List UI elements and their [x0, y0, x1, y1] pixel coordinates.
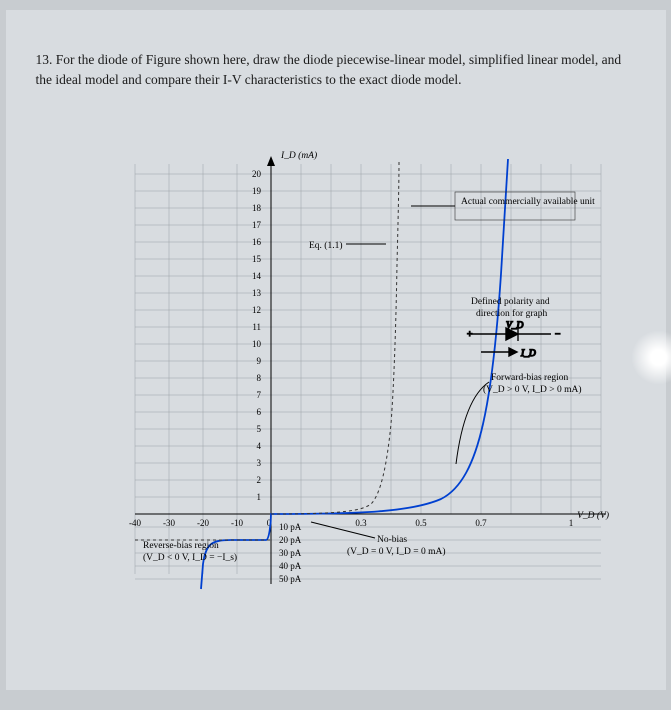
svg-text:+: + — [467, 330, 472, 340]
svg-text:Reverse-bias region: Reverse-bias region — [143, 541, 219, 551]
x-axis-label: V_D (V) — [577, 510, 609, 521]
y-tick-label: 2 — [256, 475, 261, 485]
question-body: For the diode of Figure shown here, draw… — [36, 52, 622, 87]
x-tick-label: 1 — [568, 518, 573, 528]
y-tick-label: 20 — [252, 169, 262, 179]
y-tick-label: 1 — [256, 492, 261, 502]
y-tick-label: 10 — [252, 339, 262, 349]
y-tick-label: 13 — [252, 288, 262, 298]
x-tick-label: -10 — [231, 518, 243, 528]
eq-curve — [271, 162, 399, 514]
x-ticks: -40 -30 -20 -10 0 0.3 0.5 0.7 1 — [129, 518, 573, 528]
chart-svg: 20 19 18 17 16 15 14 13 12 11 10 9 8 7 6… — [111, 144, 611, 599]
y-axis-label: I_D (mA) — [280, 150, 317, 161]
document-page: 13. For the diode of Figure shown here, … — [6, 10, 666, 690]
reverse-bias-annotation: Reverse-bias region (V_D < 0 V, I_D = −I… — [143, 541, 237, 563]
y-ticks-neg: 10 pA 20 pA 30 pA 40 pA 50 pA — [279, 522, 302, 584]
y-tick-label: 19 — [252, 186, 262, 196]
svg-text:direction for graph: direction for graph — [476, 308, 547, 319]
y-tick-label: 4 — [256, 441, 261, 451]
x-tick-label: 0.7 — [475, 518, 487, 528]
y-tick-label: 16 — [252, 237, 262, 247]
svg-text:No-bias: No-bias — [377, 535, 407, 545]
y-tick-label: 7 — [256, 390, 261, 400]
y-tick-label: 50 pA — [279, 574, 302, 584]
y-tick-label: 11 — [252, 322, 261, 332]
svg-text:(V_D > 0 V, I_D > 0 mA): (V_D > 0 V, I_D > 0 mA) — [483, 384, 582, 395]
y-tick-label: 10 pA — [279, 522, 302, 532]
y-ticks-pos: 20 19 18 17 16 15 14 13 12 11 10 9 8 7 6… — [252, 169, 262, 502]
axis-arrow-icon — [267, 156, 275, 166]
svg-text:−: − — [555, 330, 560, 340]
y-tick-label: 8 — [256, 373, 261, 383]
y-tick-label: 17 — [252, 220, 262, 230]
eq-ref-label: Eq. (1.1) — [309, 240, 343, 251]
svg-text:Forward-bias region: Forward-bias region — [491, 373, 569, 383]
y-tick-label: 12 — [252, 305, 261, 315]
x-tick-label: -30 — [163, 518, 175, 528]
svg-text:(V_D = 0 V, I_D = 0 mA): (V_D = 0 V, I_D = 0 mA) — [347, 546, 446, 557]
y-tick-label: 6 — [256, 407, 261, 417]
question-text: 13. For the diode of Figure shown here, … — [36, 50, 636, 89]
y-tick-label: 5 — [256, 424, 261, 434]
photo-glare-icon — [631, 330, 671, 385]
diode-iv-chart: 20 19 18 17 16 15 14 13 12 11 10 9 8 7 6… — [111, 144, 611, 599]
y-tick-label: 15 — [252, 254, 262, 264]
y-tick-label: 20 pA — [279, 535, 302, 545]
y-tick-label: 30 pA — [279, 548, 302, 558]
svg-text:I_D: I_D — [520, 349, 536, 359]
y-tick-label: 14 — [252, 271, 262, 281]
actual-unit-annotation: Actual commercially available unit — [411, 192, 595, 220]
y-tick-label: 3 — [256, 458, 261, 468]
question-number: 13. — [36, 52, 53, 67]
x-tick-label: -20 — [197, 518, 209, 528]
y-tick-label: 18 — [252, 203, 262, 213]
y-tick-label: 9 — [256, 356, 261, 366]
svg-text:Defined polarity and: Defined polarity and — [471, 296, 550, 307]
x-tick-label: 0.3 — [355, 518, 367, 528]
x-tick-label: -40 — [129, 518, 141, 528]
x-tick-label: 0.5 — [415, 518, 427, 528]
grid — [135, 164, 601, 579]
y-tick-label: 40 pA — [279, 561, 302, 571]
svg-text:(V_D < 0 V, I_D = −I_s): (V_D < 0 V, I_D = −I_s) — [143, 552, 237, 563]
